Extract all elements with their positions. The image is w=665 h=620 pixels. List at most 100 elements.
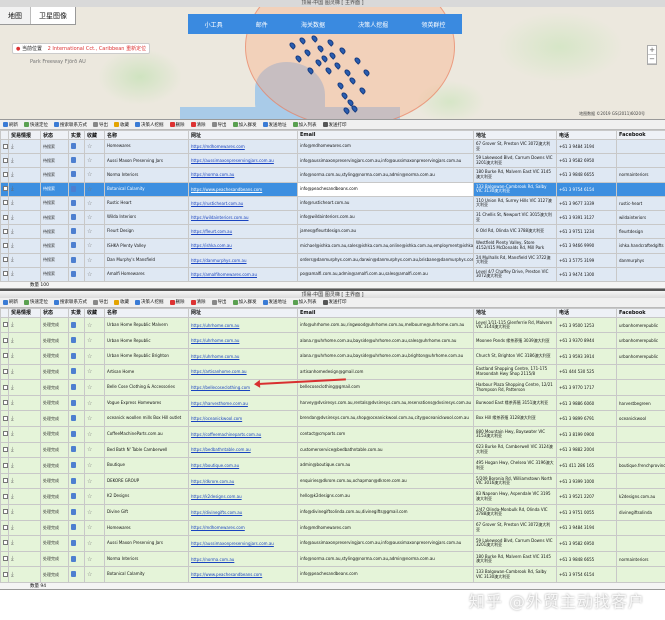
row-checkbox[interactable] <box>0 550 9 568</box>
street-view-cell[interactable] <box>68 379 85 396</box>
star-icon[interactable]: ☆ <box>87 186 92 193</box>
url-link[interactable]: https://wildainteriors.com.au <box>188 209 298 226</box>
trade-intel-cell[interactable]: ⤓ <box>8 181 41 197</box>
email-cell[interactable]: alana.r@uhrhome.com.au,bayside@uhrhome.c… <box>297 332 474 350</box>
toolbar-button[interactable]: 加入列表 <box>292 122 317 128</box>
street-view-cell[interactable] <box>68 488 85 505</box>
table-row[interactable]: ⤓ 待搜索 ☆ Botanical Calamity https://www.peach… <box>0 181 665 197</box>
table-row[interactable]: ⤓ 处理完成 ☆ Belle Cose Clothing & Accessories h… <box>0 379 665 396</box>
toolbar-button[interactable]: 删除 <box>169 299 185 305</box>
checkbox[interactable] <box>3 571 8 577</box>
star-icon[interactable]: ☆ <box>87 540 92 547</box>
star-icon[interactable]: ☆ <box>87 478 92 485</box>
toolbar-button[interactable]: 清除 <box>190 299 206 305</box>
toolbar-button[interactable]: 发送地址 <box>262 122 287 128</box>
star-icon[interactable]: ☆ <box>87 509 92 516</box>
download-icon[interactable]: ⤓ <box>11 337 14 344</box>
checkbox[interactable] <box>3 171 8 177</box>
email-cell[interactable]: info@divinegiftsolinda.com.au,divinegift… <box>297 504 474 521</box>
star-icon[interactable]: ☆ <box>87 228 92 235</box>
facebook-cell[interactable] <box>616 266 665 282</box>
street-view-cell[interactable] <box>68 209 85 226</box>
star-icon[interactable]: ☆ <box>87 524 92 531</box>
document-icon[interactable] <box>71 368 76 375</box>
star-icon[interactable]: ☆ <box>87 493 92 500</box>
trade-intel-cell[interactable]: ⤓ <box>8 535 41 552</box>
email-cell[interactable]: info@peachesandbeans.com <box>297 566 474 583</box>
toolbar-button[interactable]: 快速定位 <box>24 122 48 128</box>
url-link[interactable]: https://norma.com.au <box>188 167 298 183</box>
column-header[interactable]: 状态 <box>40 130 69 140</box>
row-checkbox[interactable] <box>0 566 9 583</box>
url-link[interactable]: https://uhrhome.com.au <box>188 316 298 334</box>
document-icon[interactable] <box>71 462 76 469</box>
row-checkbox[interactable] <box>0 224 9 240</box>
star-icon[interactable]: ☆ <box>87 462 92 469</box>
document-icon[interactable] <box>71 539 76 546</box>
download-icon[interactable]: ⤓ <box>11 399 14 406</box>
facebook-cell[interactable] <box>616 441 665 459</box>
street-view-cell[interactable] <box>68 332 85 350</box>
star-icon[interactable]: ☆ <box>87 400 92 407</box>
toolbar-button[interactable]: 刷新 <box>3 122 18 128</box>
column-header[interactable] <box>0 130 9 140</box>
street-view-cell[interactable] <box>68 410 85 428</box>
trade-intel-cell[interactable]: ⤓ <box>8 153 41 169</box>
document-icon[interactable] <box>71 270 76 277</box>
street-view-cell[interactable] <box>68 224 85 240</box>
star-icon[interactable]: ☆ <box>87 143 92 150</box>
email-cell[interactable]: po@amalfi.com.au,admin@amalfi.com.au,sal… <box>297 266 474 282</box>
favorite-cell[interactable]: ☆ <box>84 167 105 183</box>
url-link[interactable]: https://coffeemachineparts.com.au <box>188 426 298 443</box>
row-checkbox[interactable] <box>0 363 9 381</box>
checkbox[interactable] <box>3 186 8 192</box>
facebook-cell[interactable]: oceanickwool <box>616 410 665 428</box>
table-row[interactable]: ⤓ 处理完成 ☆ Boutique https://boutique.com.au adm… <box>0 457 665 474</box>
email-cell[interactable]: enquiries@dkrore.com.au,ochapman@dkrore.… <box>297 472 474 490</box>
table-row[interactable]: ⤓ 处理完成 ☆ CoffeeMachineParts.com.au https://c… <box>0 426 665 443</box>
street-view-cell[interactable] <box>68 519 85 537</box>
trade-intel-cell[interactable]: ⤓ <box>8 332 41 350</box>
row-checkbox[interactable] <box>0 472 9 490</box>
table-row[interactable]: ⤓ 待搜索 ☆ Wilda Interiors https://wildainterio… <box>0 209 665 226</box>
email-cell[interactable]: james@fleurtdesign.com.au <box>297 224 474 240</box>
document-icon[interactable] <box>71 352 76 359</box>
favorite-cell[interactable]: ☆ <box>84 441 105 459</box>
facebook-cell[interactable] <box>616 472 665 490</box>
url-link[interactable]: https://uhrhome.com.au <box>188 332 298 350</box>
zoom-out-button[interactable]: − <box>648 55 656 64</box>
document-icon[interactable] <box>71 256 76 263</box>
email-cell[interactable]: harvey@dvsiresys.com.au,rentals@dvsiresy… <box>297 394 474 412</box>
favorite-cell[interactable]: ☆ <box>84 519 105 537</box>
checkbox[interactable] <box>3 271 8 277</box>
checkbox[interactable] <box>3 157 8 163</box>
street-view-cell[interactable] <box>68 426 85 443</box>
download-icon[interactable]: ⤓ <box>11 477 14 484</box>
column-header[interactable]: 地址 <box>473 307 557 318</box>
checkbox[interactable] <box>3 200 8 206</box>
facebook-cell[interactable] <box>616 535 665 552</box>
column-header[interactable]: Facebook <box>616 307 665 318</box>
trade-intel-cell[interactable]: ⤓ <box>8 316 41 334</box>
document-icon[interactable] <box>71 321 76 328</box>
facebook-cell[interactable] <box>616 566 665 583</box>
checkbox[interactable] <box>3 446 8 452</box>
table-row[interactable]: ⤓ 处理完成 ☆ Bed Bath N' Table Camberwell https:… <box>0 441 665 459</box>
email-cell[interactable]: customerservice@bedbathntable.com.au <box>297 441 474 459</box>
facebook-cell[interactable]: normainteriors <box>616 167 665 183</box>
download-icon[interactable]: ⤓ <box>11 352 14 359</box>
download-icon[interactable]: ⤓ <box>11 185 14 192</box>
row-checkbox[interactable] <box>0 410 9 428</box>
street-view-cell[interactable] <box>68 153 85 169</box>
facebook-cell[interactable] <box>616 426 665 443</box>
document-icon[interactable] <box>71 185 76 192</box>
download-icon[interactable]: ⤓ <box>11 270 14 277</box>
email-cell[interactable]: info@rusticheart.com.au <box>297 195 474 211</box>
row-checkbox[interactable] <box>0 426 9 443</box>
toolbar-button[interactable]: 发送打印 <box>322 122 347 128</box>
toolbar-button[interactable]: 收藏 <box>114 299 129 305</box>
row-checkbox[interactable] <box>0 238 9 254</box>
table-row[interactable]: ⤓ 待搜索 ☆ Rustic Heart https://rusticheart.com… <box>0 195 665 211</box>
nav-decision-maker[interactable]: 决策人挖掘 <box>358 20 388 29</box>
street-view-cell[interactable] <box>68 441 85 459</box>
